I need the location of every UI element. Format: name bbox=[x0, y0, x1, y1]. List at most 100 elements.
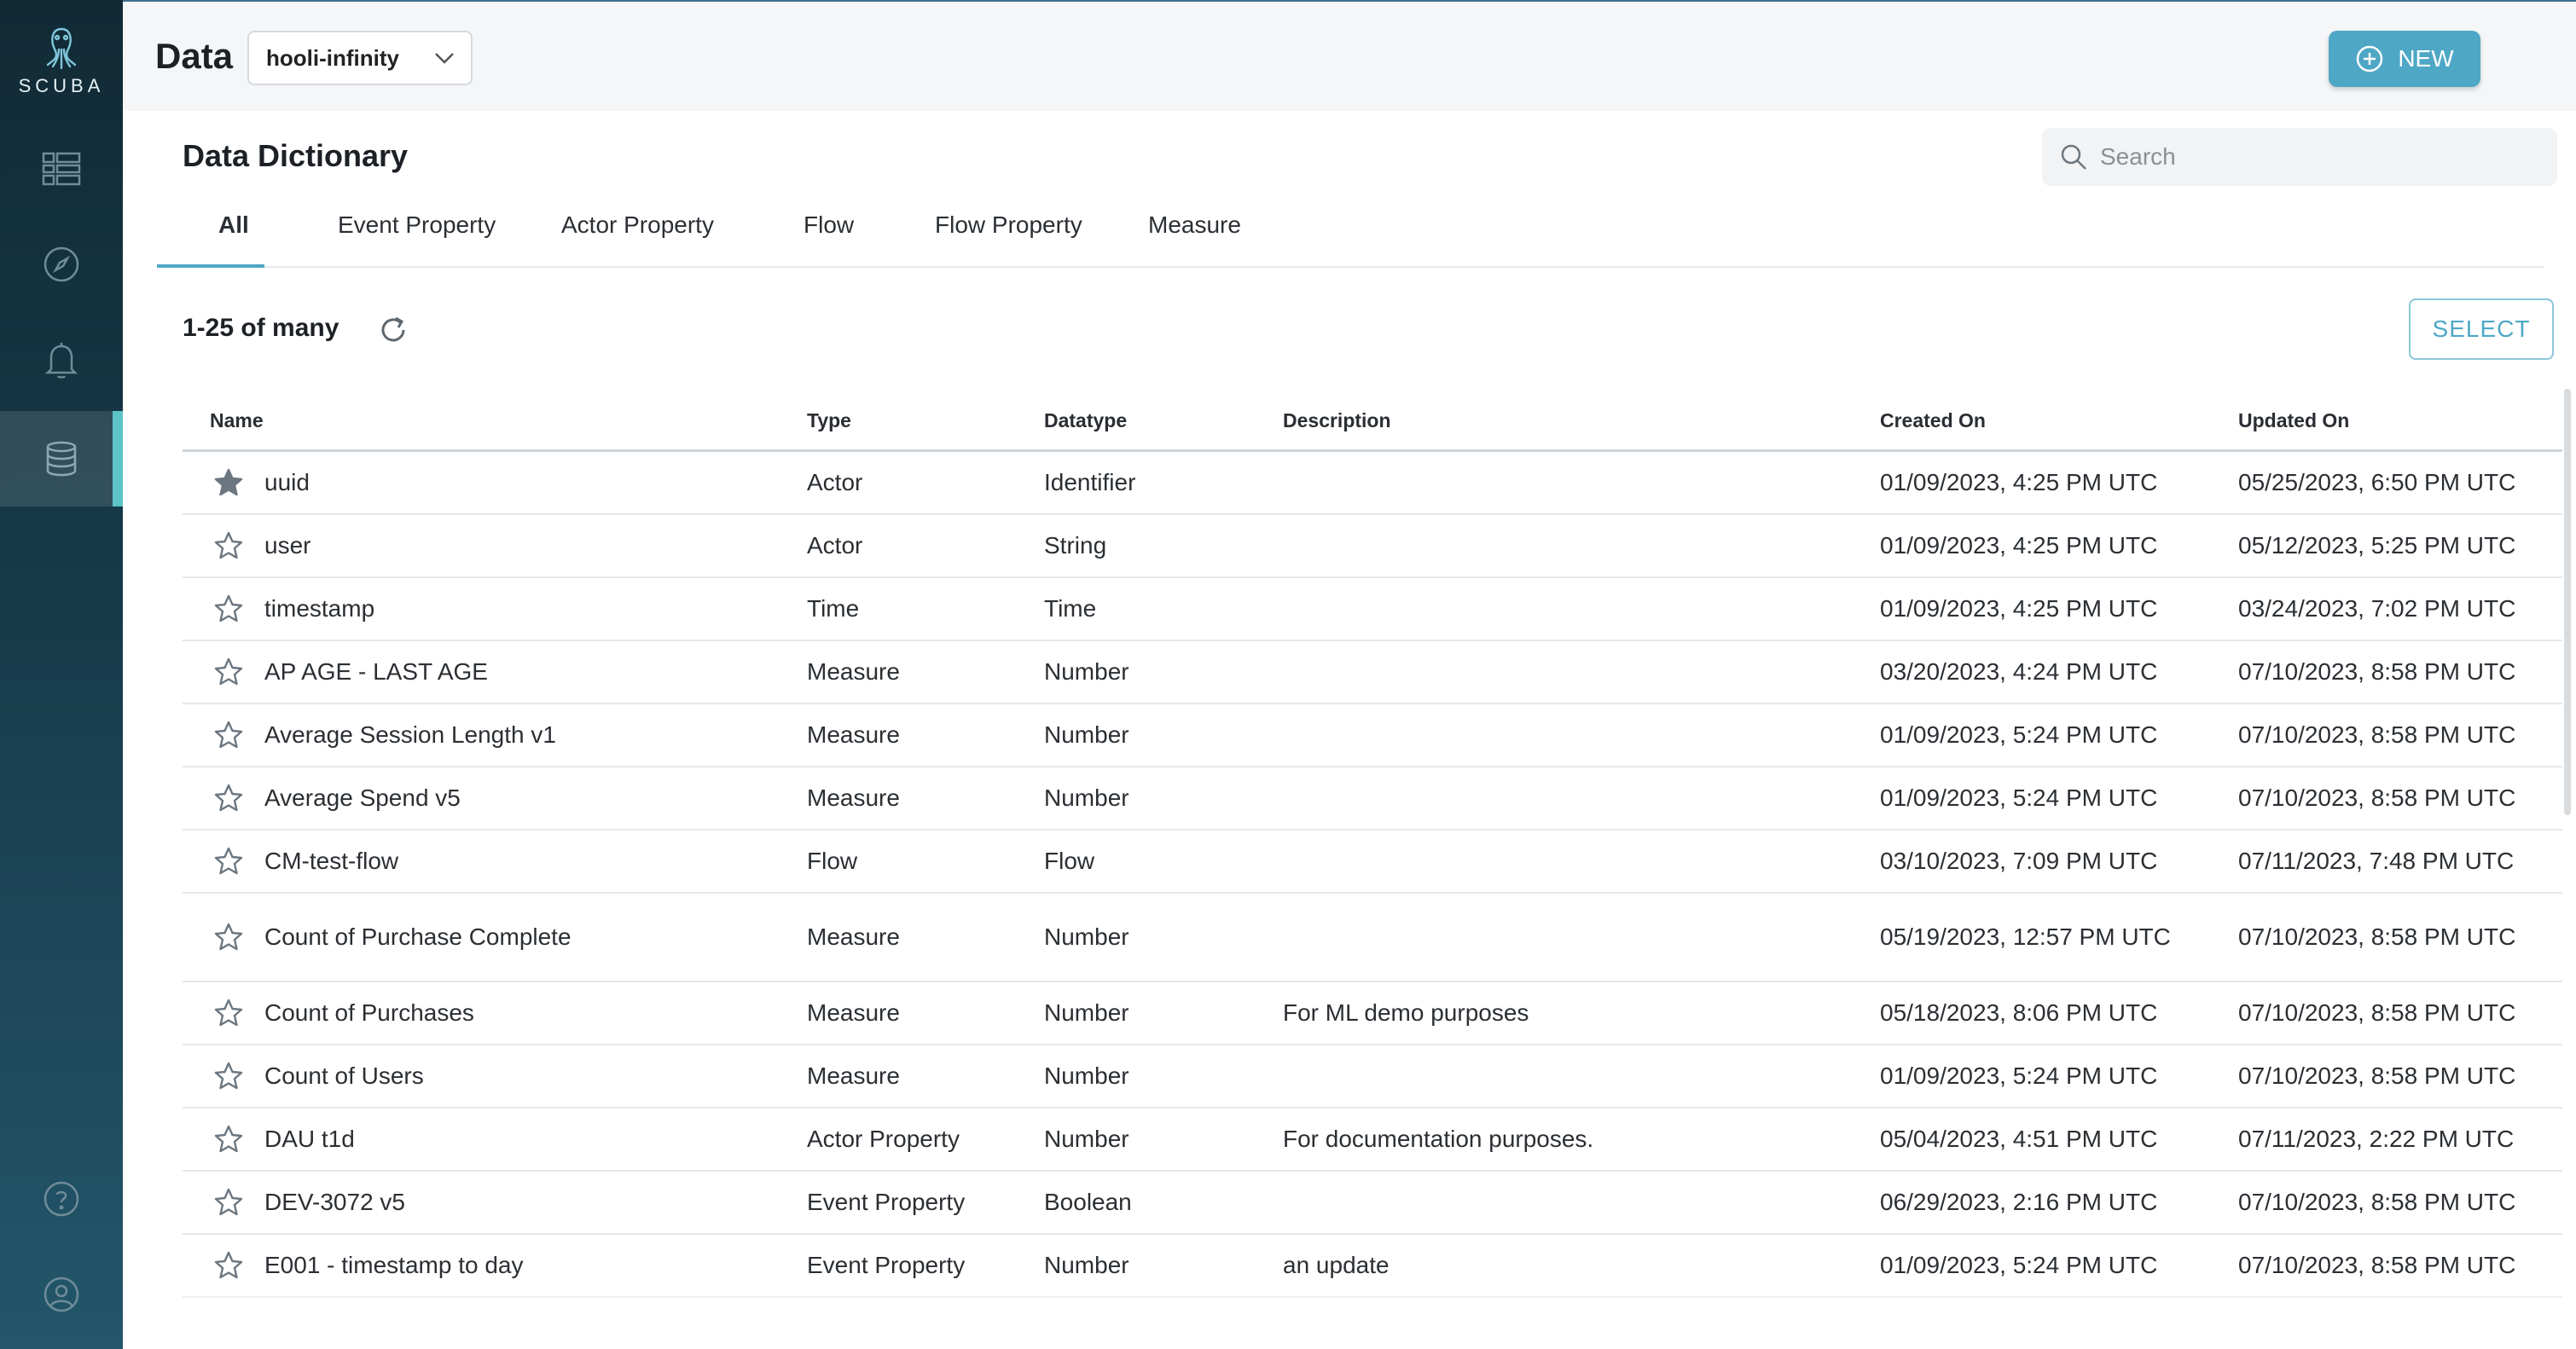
cell-datatype: Number bbox=[1044, 1062, 1129, 1089]
table-row[interactable]: Count of Purchase Complete Measure Number 0… bbox=[183, 894, 2562, 982]
sidebar-item-boards[interactable] bbox=[0, 121, 123, 217]
table-row[interactable]: Average Session Length v1 Measure Number 01… bbox=[183, 704, 2562, 767]
cell-type: Event Property bbox=[807, 1189, 966, 1215]
data-dictionary-table: Name Type Datatype Description Created O… bbox=[183, 389, 2562, 1298]
cell-updated-on: 03/24/2023, 7:02 PM UTC bbox=[2238, 595, 2516, 622]
cell-name[interactable]: Average Session Length v1 bbox=[264, 719, 556, 751]
cell-type: Actor bbox=[807, 532, 863, 559]
cell-name[interactable]: Count of Purchase Complete bbox=[264, 921, 571, 953]
scuba-logo[interactable]: SCUBA bbox=[0, 26, 123, 97]
octopus-logo-icon bbox=[46, 27, 77, 70]
dataset-select-value: hooli-infinity bbox=[266, 44, 399, 71]
star-outline-icon[interactable] bbox=[213, 1250, 244, 1281]
star-outline-icon[interactable] bbox=[213, 998, 244, 1028]
cell-name[interactable]: Count of Purchases bbox=[264, 997, 474, 1029]
table-scrollbar[interactable] bbox=[2564, 389, 2571, 815]
cell-datatype: Number bbox=[1044, 785, 1129, 811]
cell-datatype: Identifier bbox=[1044, 469, 1136, 495]
star-outline-icon[interactable] bbox=[213, 530, 244, 561]
cell-updated-on: 07/10/2023, 8:58 PM UTC bbox=[2238, 923, 2516, 950]
table-row[interactable]: timestamp Time Time 01/09/2023, 4:25 PM UTC… bbox=[183, 578, 2562, 641]
table-row[interactable]: user Actor String 01/09/2023, 4:25 PM UTC 05… bbox=[183, 515, 2562, 578]
tab-actor-property[interactable]: Actor Property bbox=[561, 211, 714, 239]
cell-updated-on: 05/12/2023, 5:25 PM UTC bbox=[2238, 532, 2516, 559]
cell-updated-on: 07/11/2023, 2:22 PM UTC bbox=[2238, 1126, 2515, 1152]
column-header-description[interactable]: Description bbox=[1283, 409, 1391, 432]
dataset-select[interactable]: hooli-infinity bbox=[247, 31, 473, 85]
search-box[interactable] bbox=[2042, 128, 2557, 186]
star-outline-icon[interactable] bbox=[213, 922, 244, 952]
star-outline-icon[interactable] bbox=[213, 783, 244, 813]
table-row[interactable]: uuid Actor Identifier 01/09/2023, 4:25 PM U… bbox=[183, 452, 2562, 515]
table-row[interactable]: Count of Purchases Measure Number For ML de… bbox=[183, 982, 2562, 1045]
cell-datatype: Number bbox=[1044, 721, 1129, 748]
tab-flow-property[interactable]: Flow Property bbox=[935, 211, 1082, 239]
cell-created-on: 01/09/2023, 5:24 PM UTC bbox=[1880, 785, 2158, 811]
table-row[interactable]: Count of Users Measure Number 01/09/2023, 5… bbox=[183, 1045, 2562, 1109]
cell-updated-on: 07/10/2023, 8:58 PM UTC bbox=[2238, 721, 2516, 748]
cell-name[interactable]: Average Spend v5 bbox=[264, 782, 461, 814]
column-header-name[interactable]: Name bbox=[210, 409, 264, 432]
select-button[interactable]: SELECT bbox=[2409, 298, 2554, 360]
sidebar-item-alerts[interactable] bbox=[0, 312, 123, 408]
star-outline-icon[interactable] bbox=[213, 720, 244, 750]
cell-created-on: 06/29/2023, 2:16 PM UTC bbox=[1880, 1189, 2158, 1215]
star-outline-icon[interactable] bbox=[213, 1124, 244, 1155]
table-row[interactable]: DAU t1d Actor Property Number For documenta… bbox=[183, 1109, 2562, 1172]
cell-datatype: Boolean bbox=[1044, 1189, 1132, 1215]
cell-created-on: 03/20/2023, 4:24 PM UTC bbox=[1880, 658, 2158, 685]
cell-name[interactable]: E001 - timestamp to day bbox=[264, 1249, 523, 1282]
search-input[interactable] bbox=[2100, 143, 2544, 171]
user-account-icon bbox=[44, 1277, 79, 1312]
cell-type: Flow bbox=[807, 848, 858, 874]
cell-name[interactable]: timestamp bbox=[264, 593, 374, 625]
cell-name[interactable]: CM-test-flow bbox=[264, 845, 398, 877]
new-button-label: NEW bbox=[2398, 45, 2454, 72]
table-row[interactable]: CM-test-flow Flow Flow 03/10/2023, 7:09 PM … bbox=[183, 831, 2562, 894]
cell-datatype: Number bbox=[1044, 1126, 1129, 1152]
active-tab-indicator bbox=[157, 264, 264, 268]
star-outline-icon[interactable] bbox=[213, 1187, 244, 1218]
cell-name[interactable]: AP AGE - LAST AGE bbox=[264, 656, 488, 688]
new-button[interactable]: NEW bbox=[2329, 31, 2480, 87]
cell-created-on: 05/04/2023, 4:51 PM UTC bbox=[1880, 1126, 2158, 1152]
cell-name[interactable]: user bbox=[264, 530, 310, 562]
cell-type: Actor Property bbox=[807, 1126, 960, 1152]
sidebar-item-account[interactable] bbox=[0, 1247, 123, 1342]
tab-event-property[interactable]: Event Property bbox=[338, 211, 496, 239]
table-body: uuid Actor Identifier 01/09/2023, 4:25 PM U… bbox=[183, 452, 2562, 1298]
sidebar-item-explore[interactable] bbox=[0, 217, 123, 312]
star-outline-icon[interactable] bbox=[213, 657, 244, 687]
column-header-created-on[interactable]: Created On bbox=[1880, 409, 1986, 432]
cell-name[interactable]: Count of Users bbox=[264, 1060, 424, 1092]
table-row[interactable]: Average Spend v5 Measure Number 01/09/2023,… bbox=[183, 767, 2562, 831]
sidebar-item-help[interactable] bbox=[0, 1151, 123, 1247]
sidebar-item-data[interactable] bbox=[0, 411, 123, 507]
column-header-updated-on[interactable]: Updated On bbox=[2238, 409, 2349, 432]
cell-updated-on: 07/10/2023, 8:58 PM UTC bbox=[2238, 1189, 2516, 1215]
cell-type: Measure bbox=[807, 658, 900, 685]
cell-datatype: Time bbox=[1044, 595, 1097, 622]
tab-all[interactable]: All bbox=[218, 211, 249, 239]
cell-type: Measure bbox=[807, 999, 900, 1026]
cell-datatype: Number bbox=[1044, 1252, 1129, 1278]
cell-name[interactable]: uuid bbox=[264, 466, 310, 499]
tab-measure[interactable]: Measure bbox=[1148, 211, 1241, 239]
star-outline-icon[interactable] bbox=[213, 1061, 244, 1091]
bell-icon bbox=[44, 343, 78, 379]
sidebar: SCUBA bbox=[0, 0, 123, 1349]
table-row[interactable]: AP AGE - LAST AGE Measure Number 03/20/2023… bbox=[183, 641, 2562, 704]
cell-updated-on: 07/10/2023, 8:58 PM UTC bbox=[2238, 785, 2516, 811]
help-icon bbox=[44, 1181, 79, 1217]
column-header-datatype[interactable]: Datatype bbox=[1044, 409, 1127, 432]
star-outline-icon[interactable] bbox=[213, 593, 244, 624]
star-filled-icon[interactable] bbox=[213, 467, 244, 498]
star-outline-icon[interactable] bbox=[213, 846, 244, 877]
tab-flow[interactable]: Flow bbox=[804, 211, 854, 239]
table-row[interactable]: DEV-3072 v5 Event Property Boolean 06/29/20… bbox=[183, 1172, 2562, 1235]
bottom-fade-overlay bbox=[123, 1284, 2576, 1349]
column-header-type[interactable]: Type bbox=[807, 409, 851, 432]
refresh-icon[interactable] bbox=[377, 314, 409, 346]
cell-name[interactable]: DAU t1d bbox=[264, 1123, 355, 1155]
cell-name[interactable]: DEV-3072 v5 bbox=[264, 1186, 405, 1219]
